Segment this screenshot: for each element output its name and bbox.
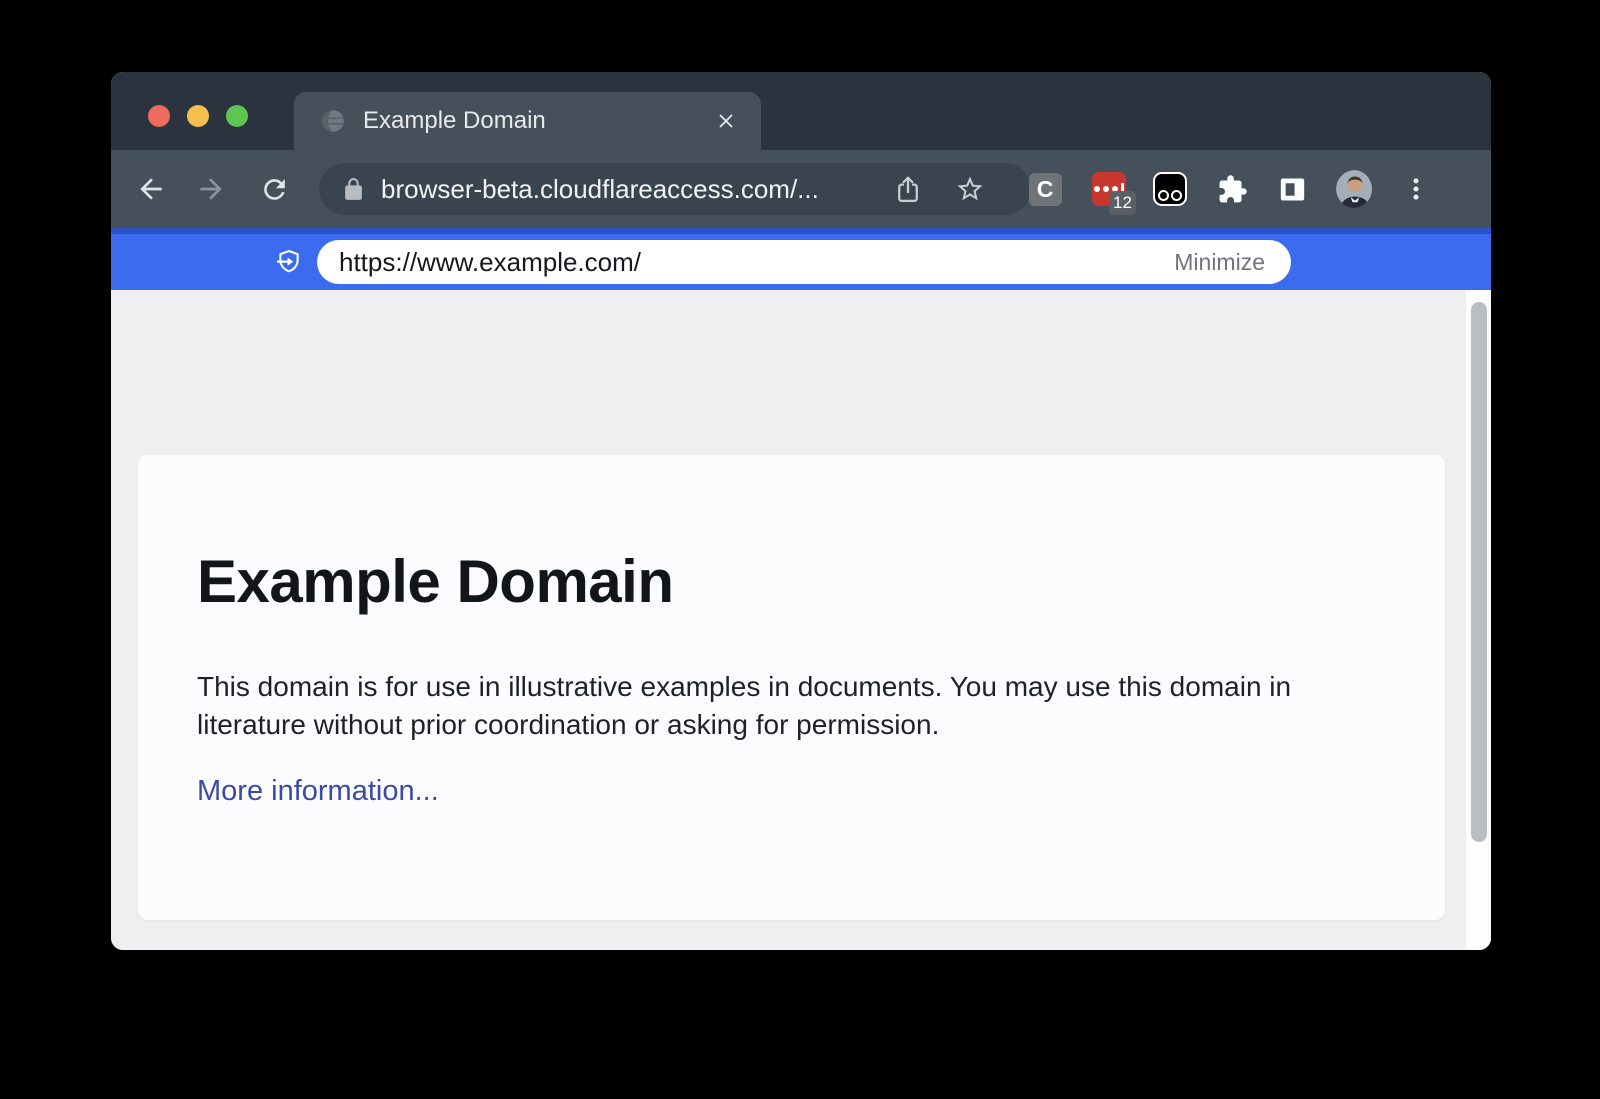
page-viewport: Example Domain This domain is for use in…: [111, 290, 1491, 950]
isolation-url-bar: Minimize: [317, 240, 1291, 284]
c-extension-icon: C: [1029, 173, 1062, 206]
side-panel-button[interactable]: [1274, 171, 1310, 207]
minimize-bar-button[interactable]: Minimize: [1164, 249, 1291, 276]
tab-strip: Example Domain: [111, 72, 1491, 150]
isolation-bar: Minimize: [111, 228, 1491, 290]
kebab-menu-icon: [1401, 174, 1431, 204]
globe-favicon-icon: [320, 108, 346, 134]
shield-arrow-icon: [275, 248, 303, 276]
reload-button[interactable]: [254, 169, 294, 209]
star-bookmark-icon[interactable]: [955, 174, 985, 204]
browser-window: Example Domain: [111, 72, 1491, 950]
puzzle-icon: [1217, 174, 1248, 205]
browser-menu-button[interactable]: [1398, 171, 1434, 207]
minimize-window-button[interactable]: [187, 105, 209, 127]
password-extension-icon: 12: [1092, 172, 1126, 206]
camera-extension-button[interactable]: [1152, 171, 1188, 207]
browser-toolbar: browser-beta.cloudflareaccess.com/... C: [111, 150, 1491, 228]
camera-extension-icon: [1153, 172, 1187, 206]
address-bar[interactable]: browser-beta.cloudflareaccess.com/...: [319, 163, 1031, 215]
content-card: Example Domain This domain is for use in…: [138, 455, 1445, 920]
password-extension-button[interactable]: 12: [1091, 171, 1127, 207]
lock-icon: [341, 177, 366, 202]
forward-button[interactable]: [191, 169, 231, 209]
close-window-button[interactable]: [148, 105, 170, 127]
zoom-window-button[interactable]: [226, 105, 248, 127]
desktop-background: Example Domain: [0, 0, 1600, 1099]
page-title: Example Domain: [197, 547, 1385, 616]
page-paragraph: This domain is for use in illustrative e…: [197, 668, 1347, 744]
isolation-url-input[interactable]: [317, 247, 1164, 278]
extensions-menu-button[interactable]: [1214, 171, 1250, 207]
scrollbar-thumb[interactable]: [1471, 302, 1487, 842]
extension-c-button[interactable]: C: [1027, 171, 1063, 207]
side-panel-icon: [1276, 173, 1309, 206]
avatar: [1336, 170, 1372, 208]
browser-tab[interactable]: Example Domain: [294, 92, 761, 150]
extension-badge: 12: [1109, 191, 1136, 215]
reload-icon: [259, 174, 290, 205]
profile-avatar[interactable]: [1336, 171, 1372, 207]
back-icon: [135, 173, 167, 205]
forward-icon: [195, 173, 227, 205]
scrollbar-track: [1466, 290, 1491, 950]
share-icon[interactable]: [893, 174, 923, 204]
tab-title: Example Domain: [363, 107, 711, 135]
more-information-link[interactable]: More information...: [197, 775, 439, 808]
tab-close-icon[interactable]: [711, 106, 741, 136]
traffic-lights: [148, 105, 248, 127]
back-button[interactable]: [131, 169, 171, 209]
